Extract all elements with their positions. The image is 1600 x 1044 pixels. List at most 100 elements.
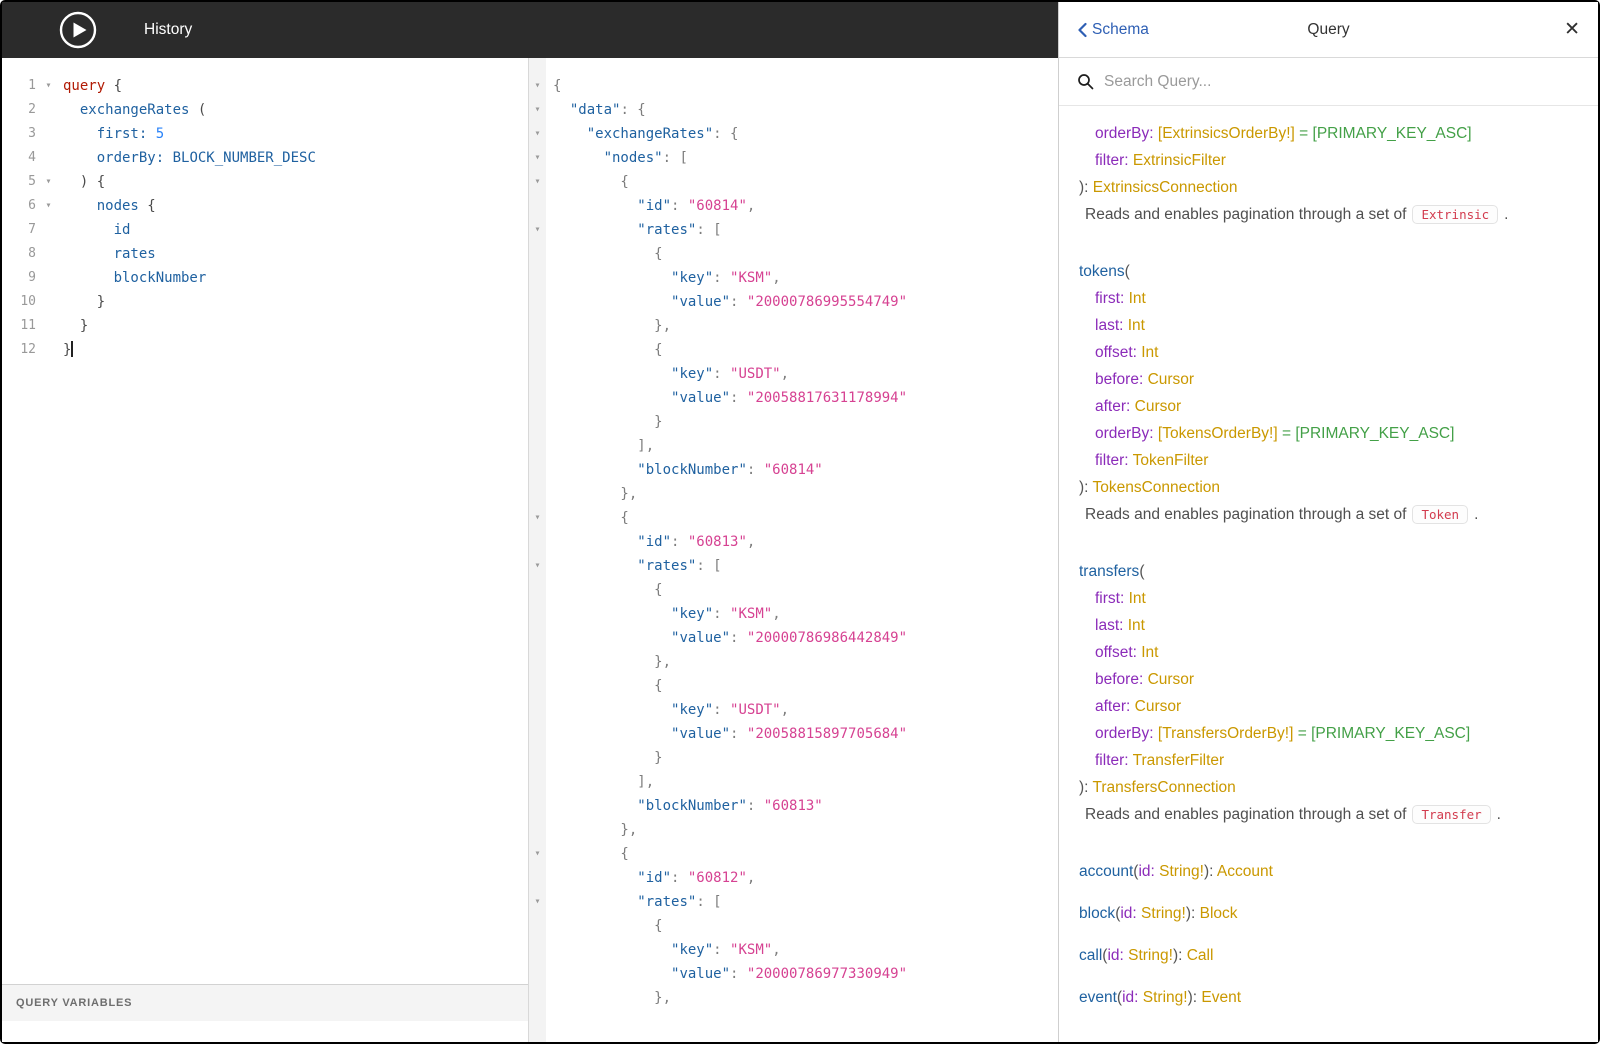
fold-gutter-spacer xyxy=(529,194,546,218)
doc-arg-name: after: xyxy=(1095,398,1131,415)
fold-gutter-spacer xyxy=(529,266,546,290)
doc-arg-type[interactable]: ExtrinsicFilter xyxy=(1133,152,1226,169)
query-editor[interactable]: 1 ▾ query {2 exchangeRates (3 first: 54 or… xyxy=(2,58,528,984)
editor-line-11[interactable]: 11 } xyxy=(2,314,528,338)
doc-field-name[interactable]: call xyxy=(1079,947,1102,964)
editor-line-3[interactable]: 3 first: 5 xyxy=(2,122,528,146)
type-link-Transfer[interactable]: Transfer xyxy=(1412,805,1491,824)
doc-arg-type[interactable]: Int xyxy=(1128,617,1145,634)
code-line-text: { xyxy=(553,174,629,190)
doc-arg-name: first: xyxy=(1095,290,1125,307)
doc-return-type[interactable]: Block xyxy=(1200,905,1238,922)
doc-return-type[interactable]: Call xyxy=(1187,947,1214,964)
doc-return-type[interactable]: TransfersConnection xyxy=(1093,779,1236,796)
doc-arg-type[interactable]: Cursor xyxy=(1148,371,1195,388)
code-line-text: nodes { xyxy=(96,198,156,214)
fold-gutter-spacer xyxy=(529,338,546,362)
doc-arg-type[interactable]: Cursor xyxy=(1135,698,1182,715)
execute-query-button[interactable] xyxy=(58,10,98,50)
doc-arg-type[interactable]: Int xyxy=(1141,344,1158,361)
doc-arg-type[interactable]: Int xyxy=(1141,644,1158,661)
doc-arg-type[interactable]: [TokensOrderBy!] xyxy=(1158,425,1278,442)
doc-arg-type[interactable]: TransferFilter xyxy=(1133,752,1225,769)
doc-field-name[interactable]: block xyxy=(1079,905,1115,922)
editor-line-6[interactable]: 6 ▾ nodes { xyxy=(2,194,528,218)
editor-line-4[interactable]: 4 orderBy: BLOCK_NUMBER_DESC xyxy=(2,146,528,170)
fold-arrow-icon[interactable]: ▾ xyxy=(529,122,546,146)
doc-arg-type[interactable]: [ExtrinsicsOrderBy!] xyxy=(1158,125,1295,142)
doc-arg-type[interactable]: Cursor xyxy=(1148,671,1195,688)
result-line: "value": "20058815897705684" xyxy=(529,722,1058,746)
code-line-text: "value": "20000786995554749" xyxy=(671,294,908,310)
doc-arg-name: orderBy: xyxy=(1095,425,1154,442)
doc-return-type[interactable]: TokensConnection xyxy=(1093,479,1221,496)
editor-line-7[interactable]: 7 id xyxy=(2,218,528,242)
fold-gutter-spacer xyxy=(40,314,57,338)
fold-arrow-icon[interactable]: ▾ xyxy=(529,506,546,530)
fold-arrow-icon[interactable]: ▾ xyxy=(529,218,546,242)
doc-return-type[interactable]: Event xyxy=(1201,989,1241,1006)
doc-arg-name: after: xyxy=(1095,698,1131,715)
result-line: "blockNumber": "60814" xyxy=(529,458,1058,482)
fold-gutter-spacer xyxy=(529,362,546,386)
fold-arrow-icon[interactable]: ▾ xyxy=(529,170,546,194)
history-button[interactable]: History xyxy=(144,21,192,39)
doc-arg-type[interactable]: Int xyxy=(1129,290,1146,307)
doc-arg-type[interactable]: String! xyxy=(1143,989,1188,1006)
fold-arrow-icon[interactable]: ▾ xyxy=(40,74,57,98)
play-icon xyxy=(59,11,97,49)
query-variables-header[interactable]: QUERY VARIABLES xyxy=(2,984,528,1021)
doc-arg-name: offset: xyxy=(1095,644,1137,661)
doc-arg-type[interactable]: [TransfersOrderBy!] xyxy=(1158,725,1294,742)
fold-arrow-icon[interactable]: ▾ xyxy=(529,146,546,170)
editor-line-5[interactable]: 5 ▾ ) { xyxy=(2,170,528,194)
doc-arg-type[interactable]: Int xyxy=(1128,317,1145,334)
fold-gutter-spacer xyxy=(529,386,546,410)
doc-field-name[interactable]: transfers xyxy=(1079,563,1139,580)
doc-arg-default: = [PRIMARY_KEY_ASC] xyxy=(1281,425,1455,442)
doc-field-name[interactable]: event xyxy=(1079,989,1117,1006)
editor-line-2[interactable]: 2 exchangeRates ( xyxy=(2,98,528,122)
doc-arg-type[interactable]: Int xyxy=(1129,590,1146,607)
result-line: ], xyxy=(529,770,1058,794)
doc-arg-type[interactable]: String! xyxy=(1159,863,1204,880)
doc-arg-type[interactable]: String! xyxy=(1128,947,1173,964)
doc-field-name[interactable]: account xyxy=(1079,863,1133,880)
fold-arrow-icon[interactable]: ▾ xyxy=(529,554,546,578)
code-line-text: { xyxy=(553,678,663,694)
fold-gutter-spacer xyxy=(529,746,546,770)
fold-arrow-icon[interactable]: ▾ xyxy=(529,890,546,914)
editor-line-12[interactable]: 12} xyxy=(2,338,528,362)
variables-editor-collapsed[interactable] xyxy=(2,1021,528,1042)
fold-arrow-icon[interactable]: ▾ xyxy=(40,194,57,218)
editor-line-1[interactable]: 1 ▾ query { xyxy=(2,74,528,98)
line-number: 5 xyxy=(28,174,36,189)
doc-return-type[interactable]: Account xyxy=(1217,863,1273,880)
doc-back-button[interactable]: Schema xyxy=(1077,21,1149,39)
fold-arrow-icon[interactable]: ▾ xyxy=(529,74,546,98)
code-line-text: } xyxy=(553,414,663,430)
code-line-text: "key": "KSM", xyxy=(671,270,781,286)
doc-arg-type[interactable]: Cursor xyxy=(1135,398,1182,415)
type-link-Token[interactable]: Token xyxy=(1412,505,1469,524)
fold-arrow-icon[interactable]: ▾ xyxy=(529,98,546,122)
editor-line-9[interactable]: 9 blockNumber xyxy=(2,266,528,290)
doc-search-input[interactable] xyxy=(1104,72,1580,91)
doc-arg-type[interactable]: String! xyxy=(1141,905,1186,922)
code-line-text: id xyxy=(113,222,131,238)
doc-field-name[interactable]: tokens xyxy=(1079,263,1125,280)
type-link-Extrinsic[interactable]: Extrinsic xyxy=(1412,205,1499,224)
fold-arrow-icon[interactable]: ▾ xyxy=(40,170,57,194)
code-line-text: "rates": [ xyxy=(637,894,722,910)
editor-line-8[interactable]: 8 rates xyxy=(2,242,528,266)
result-line: }, xyxy=(529,314,1058,338)
fold-arrow-icon[interactable]: ▾ xyxy=(529,842,546,866)
code-line-text: "key": "USDT", xyxy=(671,366,790,382)
editor-line-10[interactable]: 10 } xyxy=(2,290,528,314)
doc-arg-name: offset: xyxy=(1095,344,1137,361)
doc-return-type[interactable]: ExtrinsicsConnection xyxy=(1093,179,1238,196)
doc-arg-type[interactable]: TokenFilter xyxy=(1133,452,1209,469)
doc-close-button[interactable]: ✕ xyxy=(1564,18,1580,41)
fold-gutter-spacer xyxy=(529,410,546,434)
doc-entry-block: block(id: String!): Block xyxy=(1079,905,1238,922)
